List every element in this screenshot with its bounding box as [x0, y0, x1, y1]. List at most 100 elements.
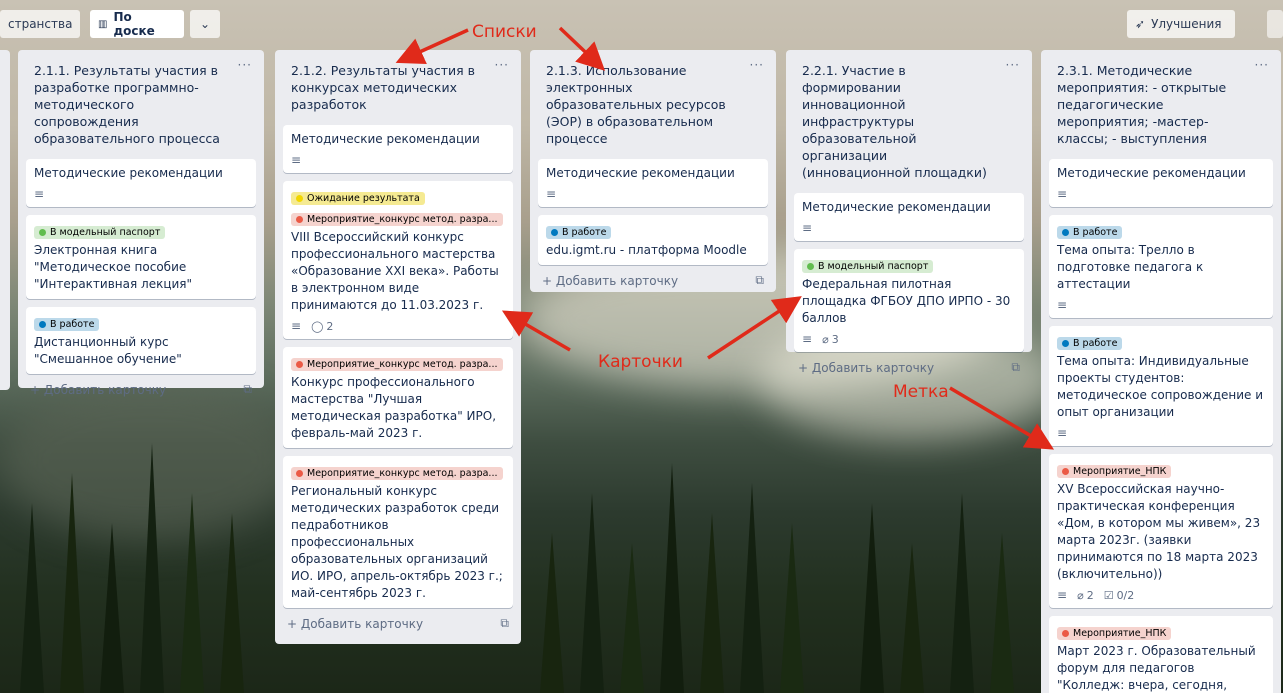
list-header[interactable]: 2.1.3. Использование электронных образов… — [538, 56, 768, 151]
card[interactable]: Мероприятие_НПК XV Всероссийская научно-… — [1049, 454, 1273, 608]
add-card-button[interactable]: + Добавить карточку ⧉ — [26, 374, 256, 399]
attachment-count: 3 — [831, 332, 839, 346]
list-2-1-1: 2.1.1. Результаты участия в разработке п… — [18, 50, 264, 397]
card-template-icon[interactable]: ⧉ — [243, 382, 252, 397]
card[interactable]: Методические рекомендации ≡ — [538, 159, 768, 207]
card[interactable]: В работе Дистанционный курс "Смешанное о… — [26, 307, 256, 374]
label-dot — [296, 195, 303, 202]
list-header[interactable]: 2.3.1. Методические мероприятия: - откры… — [1049, 56, 1273, 151]
board-header: странства ▥ По доске ⌄ ➶ Улучшения — [0, 0, 1283, 42]
card[interactable]: В работе Тема опыта: Трелло в подготовке… — [1049, 215, 1273, 318]
card[interactable]: В работе Тема опыта: Индивидуальные прое… — [1049, 326, 1273, 446]
card-template-icon[interactable]: ⧉ — [755, 273, 764, 288]
card[interactable]: Ожидание результата Мероприятие_конкурс … — [283, 181, 513, 339]
label-dot — [1062, 630, 1069, 637]
list-title[interactable]: 2.1.1. Результаты участия в разработке п… — [34, 62, 230, 147]
label-text: В работе — [50, 319, 95, 330]
board-grid-icon: ▥ — [98, 18, 108, 30]
list-title[interactable]: 2.1.2. Результаты участия в конкурсах ме… — [291, 62, 487, 113]
card-title: Дистанционный курс "Смешанное обучение" — [34, 335, 182, 366]
list-menu-icon[interactable]: ··· — [750, 58, 764, 72]
description-icon: ≡ — [1057, 187, 1068, 201]
label-text: В модельный паспорт — [818, 261, 929, 272]
comment-icon: ◯ — [311, 319, 324, 333]
card-label[interactable]: Мероприятие_конкурс метод. разра... — [291, 213, 503, 226]
description-icon: ≡ — [802, 221, 813, 235]
card-template-icon[interactable]: ⧉ — [1011, 360, 1020, 375]
card[interactable]: Мероприятие_НПК Март 2023 г. Образовател… — [1049, 616, 1273, 693]
label-dot — [807, 263, 814, 270]
arrow-to-label — [949, 386, 1055, 450]
card-title: Тема опыта: Индивидуальные проекты студе… — [1057, 354, 1264, 419]
card-label[interactable]: В работе — [1057, 226, 1123, 239]
list-title[interactable]: 2.3.1. Методические мероприятия: - откры… — [1057, 62, 1247, 147]
card-label[interactable]: Мероприятие_НПК — [1057, 627, 1172, 640]
card-title: Конкурс профессионального мастерства "Лу… — [291, 375, 497, 440]
paperclip-icon: ⌀ — [822, 332, 829, 346]
card[interactable]: В работе edu.igmt.ru - платформа Moodle — [538, 215, 768, 265]
card-title: XV Всероссийская научно-практическая кон… — [1057, 482, 1261, 581]
annotation-lists: Списки — [472, 22, 537, 42]
card-title: Тема опыта: Трелло в подготовке педагога… — [1057, 243, 1204, 291]
improvements-button[interactable]: ➶ Улучшения — [1127, 10, 1235, 38]
card-label[interactable]: Мероприятие_конкурс метод. разра... — [291, 467, 503, 480]
description-icon: ≡ — [1057, 298, 1068, 312]
label-text: В модельный паспорт — [50, 227, 161, 238]
add-card-label: + Добавить карточку — [542, 273, 679, 288]
annotation-cards: Карточки — [598, 352, 683, 372]
label-text: В работе — [1073, 338, 1118, 349]
list-menu-icon[interactable]: ··· — [495, 58, 509, 72]
add-card-button[interactable]: + Добавить карточку ⧉ — [538, 265, 768, 290]
add-card-button[interactable]: + Добавить карточку ⧉ — [283, 608, 513, 633]
list-title[interactable]: 2.1.3. Использование электронных образов… — [546, 62, 742, 147]
card-label[interactable]: Мероприятие_конкурс метод. разра... — [291, 358, 503, 371]
board-view-button[interactable]: ▥ По доске — [90, 10, 184, 38]
list-menu-icon[interactable]: ··· — [1006, 58, 1020, 72]
send-arrow-icon: ➶ — [1135, 17, 1146, 31]
label-dot — [551, 229, 558, 236]
card[interactable]: Мероприятие_конкурс метод. разра... Реги… — [283, 456, 513, 608]
header-edge-button[interactable] — [1267, 10, 1283, 38]
workspace-button[interactable]: странства — [0, 10, 80, 38]
attachment-badge: ⌀ 3 — [822, 333, 839, 346]
workspace-label: странства — [8, 17, 73, 31]
card-label[interactable]: В модельный паспорт — [34, 226, 166, 239]
label-text: Мероприятие_конкурс метод. разра... — [307, 468, 498, 479]
card-label[interactable]: В работе — [546, 226, 612, 239]
label-dot — [296, 216, 303, 223]
card-template-icon[interactable]: ⧉ — [500, 616, 509, 631]
card[interactable]: Методические рекомендации ≡ — [26, 159, 256, 207]
paperclip-icon: ⌀ — [1077, 588, 1084, 602]
list-header[interactable]: 2.2.1. Участие в формировании инновацион… — [794, 56, 1024, 185]
card[interactable]: Методические рекомендации ≡ — [1049, 159, 1273, 207]
list-2-3-1: 2.3.1. Методические мероприятия: - откры… — [1041, 50, 1281, 693]
card-title: Методические рекомендации — [1057, 166, 1246, 180]
arrow-to-card-list-4 — [707, 296, 802, 360]
card[interactable]: В модельный паспорт Федеральная пилотная… — [794, 249, 1024, 352]
list-title[interactable]: 2.2.1. Участие в формировании инновацион… — [802, 62, 998, 181]
card[interactable]: В модельный паспорт Электронная книга "М… — [26, 215, 256, 299]
label-text: В работе — [1073, 227, 1118, 238]
list-header[interactable]: 2.1.2. Результаты участия в конкурсах ме… — [283, 56, 513, 117]
card[interactable]: Методические рекомендации ≡ — [283, 125, 513, 173]
list-menu-icon[interactable]: ··· — [238, 58, 252, 72]
card-title: Методические рекомендации — [34, 166, 223, 180]
view-switcher-dropdown[interactable]: ⌄ — [190, 10, 220, 38]
add-card-button[interactable]: + Добавить карточку ⧉ — [794, 352, 1024, 377]
card-label[interactable]: Мероприятие_НПК — [1057, 465, 1172, 478]
card-label[interactable]: В работе — [1057, 337, 1123, 350]
checklist-badge: ☑ 0/2 — [1104, 589, 1135, 602]
card-label[interactable]: В модельный паспорт — [802, 260, 934, 273]
card[interactable]: Мероприятие_конкурс метод. разра... Конк… — [283, 347, 513, 448]
label-text: Мероприятие_конкурс метод. разра... — [307, 214, 498, 225]
list-menu-icon[interactable]: ··· — [1255, 58, 1269, 72]
card-title: Методические рекомендации — [291, 132, 480, 146]
card-label[interactable]: Ожидание результата — [291, 192, 425, 205]
list-partial-left — [0, 50, 10, 390]
attachment-count: 2 — [1086, 588, 1094, 602]
card[interactable]: Методические рекомендации ≡ — [794, 193, 1024, 241]
description-icon: ≡ — [802, 332, 813, 346]
list-header[interactable]: 2.1.1. Результаты участия в разработке п… — [26, 56, 256, 151]
card-label[interactable]: В работе — [34, 318, 100, 331]
card-title: VIII Всероссийский конкурс профессиональ… — [291, 230, 499, 312]
